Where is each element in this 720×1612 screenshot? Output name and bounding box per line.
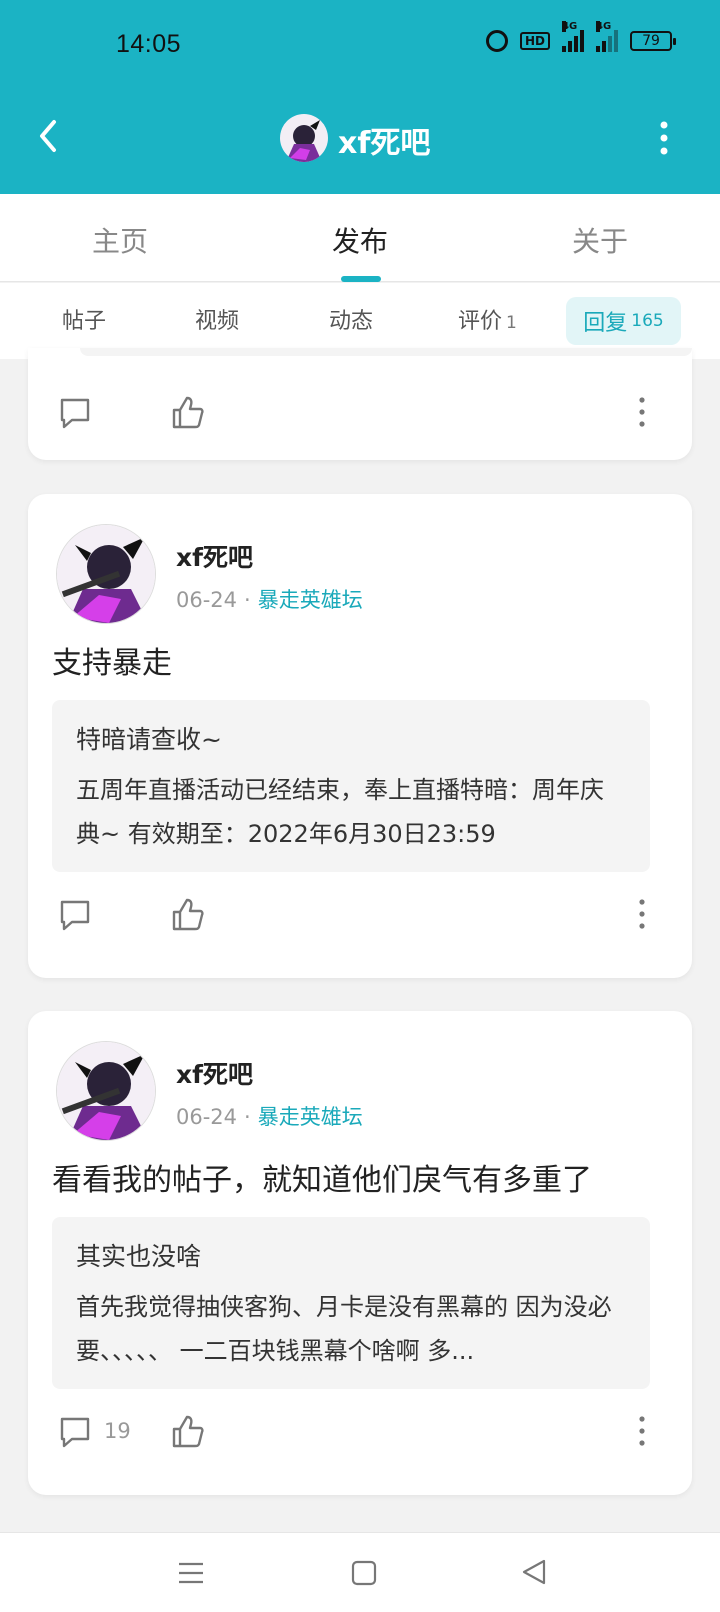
reply-card[interactable]: xf死吧 06-24 · 暴走英雄坛 看看我的帖子，就知道他们戾气有多重了 其实也没… — [28, 1011, 692, 1495]
tab-about[interactable]: 关于 — [572, 220, 628, 260]
home-icon[interactable] — [350, 1559, 378, 1587]
subtab-reviews-count: 1 — [506, 313, 517, 333]
post-date: 06-24 — [176, 588, 238, 612]
quoted-post-title: 其实也没啥 — [76, 1242, 202, 1271]
subtab-replies[interactable]: 回复 165 — [566, 297, 681, 345]
card-actions — [28, 886, 692, 946]
back-icon[interactable] — [34, 116, 64, 156]
comment-icon[interactable] — [58, 396, 92, 430]
quoted-post-body: 五周年直播活动已经结束，奉上直播特暗：周年庆典~ 有效期至：2022年6月30日… — [76, 776, 604, 848]
avatar-image — [57, 525, 155, 623]
like-icon[interactable] — [170, 394, 204, 430]
reply-card-partial — [28, 348, 692, 460]
more-vertical-icon[interactable] — [634, 1413, 650, 1449]
avatar[interactable] — [280, 114, 328, 162]
card-actions — [28, 384, 692, 444]
comment-count: 19 — [104, 1419, 131, 1443]
nav-back-icon[interactable] — [520, 1557, 548, 1587]
signal-icon: 4G — [562, 21, 584, 52]
quoted-post-body: 首先我觉得抽侠客狗、月卡是没有黑幕的 因为没必要、、、、、 一二百块钱黑幕个啥啊… — [76, 1293, 612, 1365]
subtab-replies-label: 回复 — [583, 311, 628, 336]
avatar[interactable] — [56, 524, 156, 624]
username[interactable]: xf死吧 — [176, 1055, 253, 1091]
subtab-reviews[interactable]: 评价 1 — [458, 303, 517, 335]
page-title: xf死吧 — [338, 126, 431, 161]
quote-block-partial — [80, 348, 692, 356]
post-date: 06-24 — [176, 1105, 238, 1129]
battery-icon: 79 — [630, 31, 676, 51]
subtab-reviews-label: 评价 — [458, 309, 503, 334]
subtab-moments[interactable]: 动态 — [329, 303, 373, 335]
comment-icon[interactable] — [58, 898, 92, 932]
more-icon[interactable] — [656, 120, 672, 156]
avatar[interactable] — [56, 1041, 156, 1141]
subtab-replies-count: 165 — [631, 311, 664, 331]
username[interactable]: xf死吧 — [176, 538, 253, 574]
reply-content: 看看我的帖子，就知道他们戾气有多重了 — [52, 1163, 592, 1198]
meta-separator: · — [244, 588, 251, 612]
reply-card[interactable]: xf死吧 06-24 · 暴走英雄坛 支持暴走 特暗请查收~ 五周年直播活动已经结束… — [28, 494, 692, 978]
top-header: 14:05 HD 4G 4G 79 xf死吧 — [0, 0, 720, 194]
tab-publish[interactable]: 发布 — [332, 220, 388, 260]
post-meta: 06-24 · 暴走英雄坛 — [176, 584, 363, 614]
status-time: 14:05 — [116, 30, 182, 58]
tab-home[interactable]: 主页 — [92, 220, 148, 260]
status-icons: HD 4G 4G 79 — [485, 21, 676, 52]
more-vertical-icon[interactable] — [634, 896, 650, 932]
quoted-post-title: 特暗请查收~ — [76, 725, 222, 754]
signal-icon-2: 4G — [596, 21, 618, 52]
meta-separator: · — [244, 1105, 251, 1129]
subtab-videos[interactable]: 视频 — [195, 303, 239, 335]
card-actions: 19 — [28, 1403, 692, 1463]
forum-link[interactable]: 暴走英雄坛 — [258, 1105, 363, 1129]
hd-badge: HD — [519, 32, 550, 50]
like-icon[interactable] — [170, 896, 204, 932]
quoted-post[interactable]: 其实也没啥 首先我觉得抽侠客狗、月卡是没有黑幕的 因为没必要、、、、、 一二百块… — [52, 1217, 650, 1389]
avatar-image — [280, 114, 328, 162]
tab-bar: 主页 发布 关于 — [0, 194, 720, 282]
like-icon[interactable] — [170, 1413, 204, 1449]
system-nav-bar — [0, 1532, 720, 1612]
forum-link[interactable]: 暴走英雄坛 — [258, 588, 363, 612]
alarm-icon — [485, 30, 508, 52]
reply-content: 支持暴走 — [52, 646, 172, 681]
avatar-image — [57, 1042, 155, 1140]
subtab-posts[interactable]: 帖子 — [62, 303, 106, 335]
menu-icon[interactable] — [176, 1559, 206, 1587]
quoted-post[interactable]: 特暗请查收~ 五周年直播活动已经结束，奉上直播特暗：周年庆典~ 有效期至：202… — [52, 700, 650, 872]
more-vertical-icon[interactable] — [634, 394, 650, 430]
post-meta: 06-24 · 暴走英雄坛 — [176, 1101, 363, 1131]
tab-active-indicator — [341, 276, 381, 282]
comment-icon[interactable] — [58, 1415, 92, 1449]
